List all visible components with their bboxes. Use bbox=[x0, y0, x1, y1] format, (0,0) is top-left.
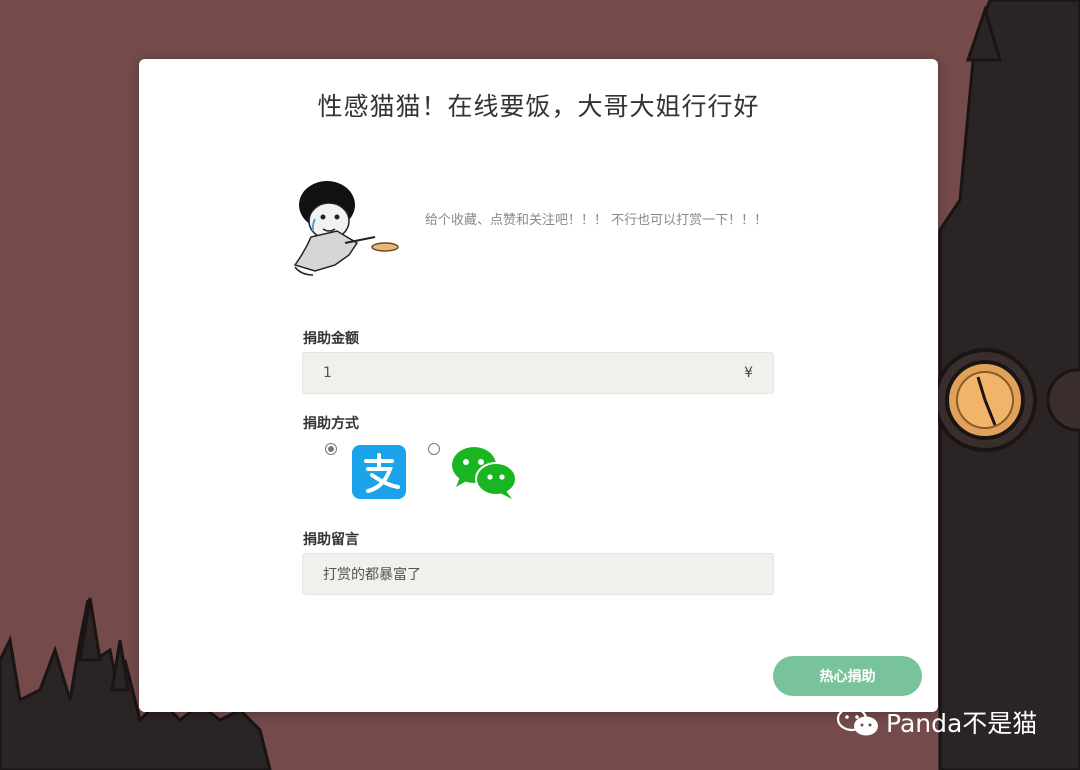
method-label: 捐助方式 bbox=[303, 416, 359, 432]
wechat-pay-icon[interactable] bbox=[450, 445, 518, 501]
donation-modal: 性感猫猫！在线要饭，大哥大姐行行好 给个收藏、点赞和关注吧！！！ 不行也可以打赏… bbox=[139, 59, 938, 712]
clock-tower bbox=[933, 0, 1080, 770]
wechat-radio[interactable] bbox=[428, 443, 440, 455]
plea-text: 给个收藏、点赞和关注吧！！！ 不行也可以打赏一下！！！ bbox=[425, 213, 768, 228]
begging-meme-image bbox=[293, 181, 399, 276]
donate-button[interactable]: 热心捐助 bbox=[773, 656, 922, 696]
message-label: 捐助留言 bbox=[303, 532, 359, 548]
message-input[interactable]: 打赏的都暴富了 bbox=[302, 553, 774, 595]
alipay-radio[interactable] bbox=[325, 443, 337, 455]
wechat-icon bbox=[836, 706, 878, 736]
modal-title: 性感猫猫！在线要饭，大哥大姐行行好 bbox=[317, 92, 760, 121]
watermark-text: Panda不是猫 bbox=[886, 709, 1038, 738]
amount-value: 1 bbox=[323, 365, 332, 381]
message-value: 打赏的都暴富了 bbox=[323, 567, 421, 583]
amount-label: 捐助金额 bbox=[303, 331, 359, 347]
currency-suffix: ¥ bbox=[744, 365, 753, 381]
amount-input[interactable]: 1 ¥ bbox=[302, 352, 774, 394]
watermark: Panda不是猫 bbox=[836, 704, 1037, 740]
alipay-icon[interactable] bbox=[352, 445, 406, 499]
